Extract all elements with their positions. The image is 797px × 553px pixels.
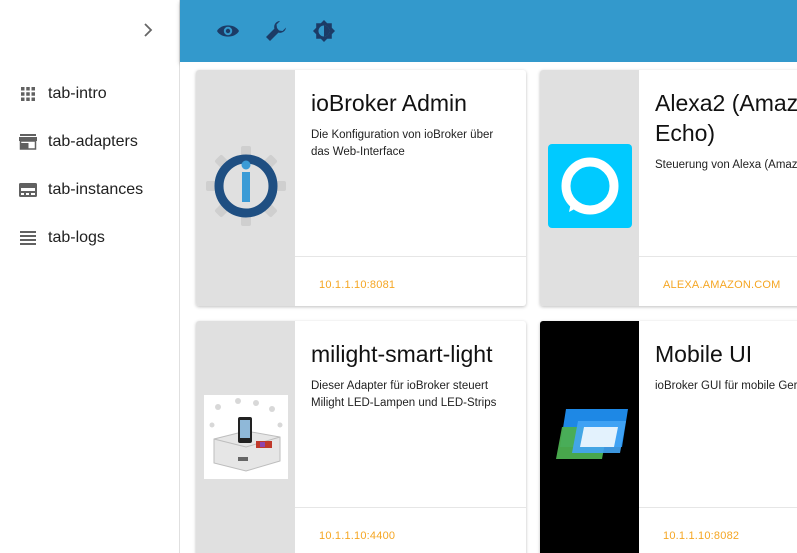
app-header <box>180 0 797 62</box>
description-line: Die Konfiguration von ioBroker über <box>311 129 494 141</box>
card-description: ioBroker GUI für mobile Geräte <box>655 378 797 395</box>
card-title: Alexa2 (Amazon Echo) <box>655 88 797 148</box>
sidebar-item-logs[interactable]: tab-logs <box>0 214 179 262</box>
title-line: Echo) <box>655 120 716 146</box>
card-milight: milight-smart-light Dieser Adapter für i… <box>196 321 526 553</box>
eye-icon[interactable] <box>214 17 242 45</box>
card-description: Dieser Adapter für ioBroker steuert Mili… <box>311 378 510 412</box>
iobroker-logo-icon <box>204 144 288 233</box>
sidebar-item-label: tab-instances <box>48 181 144 198</box>
instances-icon <box>18 180 38 200</box>
card-link[interactable]: 10.1.1.10:8082 <box>663 530 739 542</box>
card-body: ioBroker Admin Die Konfiguration von ioB… <box>295 70 526 256</box>
sidebar-item-label: tab-intro <box>48 85 107 102</box>
description-line: Steuerung von Alexa (Amazon Echo) <box>655 159 797 171</box>
description-line: Dieser Adapter für ioBroker steuert <box>311 380 489 392</box>
description-line: das Web-Interface <box>311 146 405 158</box>
card-description: Steuerung von Alexa (Amazon Echo) <box>655 157 797 174</box>
card-alexa: Alexa2 (Amazon Echo) Steuerung von Alexa… <box>540 70 797 306</box>
card-media <box>196 70 295 306</box>
apps-grid-icon <box>18 84 38 104</box>
title-line: Alexa2 (Amazon <box>655 90 797 116</box>
wrench-icon[interactable] <box>262 17 290 45</box>
card-body: milight-smart-light Dieser Adapter für i… <box>295 321 526 507</box>
card-footer: 10.1.1.10:8082 <box>639 507 797 553</box>
card-link[interactable]: 10.1.1.10:8081 <box>319 279 395 291</box>
sidebar-nav: tab-intro tab-adapters tab-instances tab… <box>0 70 179 262</box>
card-body: Mobile UI ioBroker GUI für mobile Geräte <box>639 321 797 507</box>
store-icon <box>18 132 38 152</box>
card-link[interactable]: 10.1.1.10:4400 <box>319 530 395 542</box>
sidebar-item-label: tab-adapters <box>48 133 138 150</box>
milight-device-icon <box>203 394 288 484</box>
card-media <box>540 321 639 553</box>
sidebar-item-label: tab-logs <box>48 229 105 246</box>
card-media <box>540 70 639 306</box>
description-line: Milight LED-Lampen und LED-Strips <box>311 397 497 409</box>
sidebar: tab-intro tab-adapters tab-instances tab… <box>0 0 180 553</box>
card-media <box>196 321 295 553</box>
mobile-ui-logo-icon <box>548 395 632 484</box>
card-body: Alexa2 (Amazon Echo) Steuerung von Alexa… <box>639 70 797 256</box>
adapter-cards-area: ioBroker Admin Die Konfiguration von ioB… <box>180 62 797 553</box>
card-mobile-ui: Mobile UI ioBroker GUI für mobile Geräte… <box>540 321 797 553</box>
card-title: milight-smart-light <box>311 341 493 367</box>
brightness-icon[interactable] <box>310 17 338 45</box>
card-footer: 10.1.1.10:8081 <box>295 256 526 306</box>
card-link[interactable]: ALEXA.AMAZON.COM <box>663 279 781 291</box>
sidebar-item-intro[interactable]: tab-intro <box>0 70 179 118</box>
card-title: Mobile UI <box>655 341 753 367</box>
card-title: ioBroker Admin <box>311 90 467 116</box>
sidebar-item-adapters[interactable]: tab-adapters <box>0 118 179 166</box>
card-footer: ALEXA.AMAZON.COM <box>639 256 797 306</box>
alexa-logo-icon <box>547 143 632 233</box>
card-footer: 10.1.1.10:4400 <box>295 507 526 553</box>
card-admin: ioBroker Admin Die Konfiguration von ioB… <box>196 70 526 306</box>
card-description: Die Konfiguration von ioBroker über das … <box>311 127 510 161</box>
sidebar-item-instances[interactable]: tab-instances <box>0 166 179 214</box>
description-line: ioBroker GUI für mobile Geräte <box>655 380 797 392</box>
list-lines-icon <box>18 228 38 248</box>
chevron-right-icon[interactable] <box>136 18 160 42</box>
